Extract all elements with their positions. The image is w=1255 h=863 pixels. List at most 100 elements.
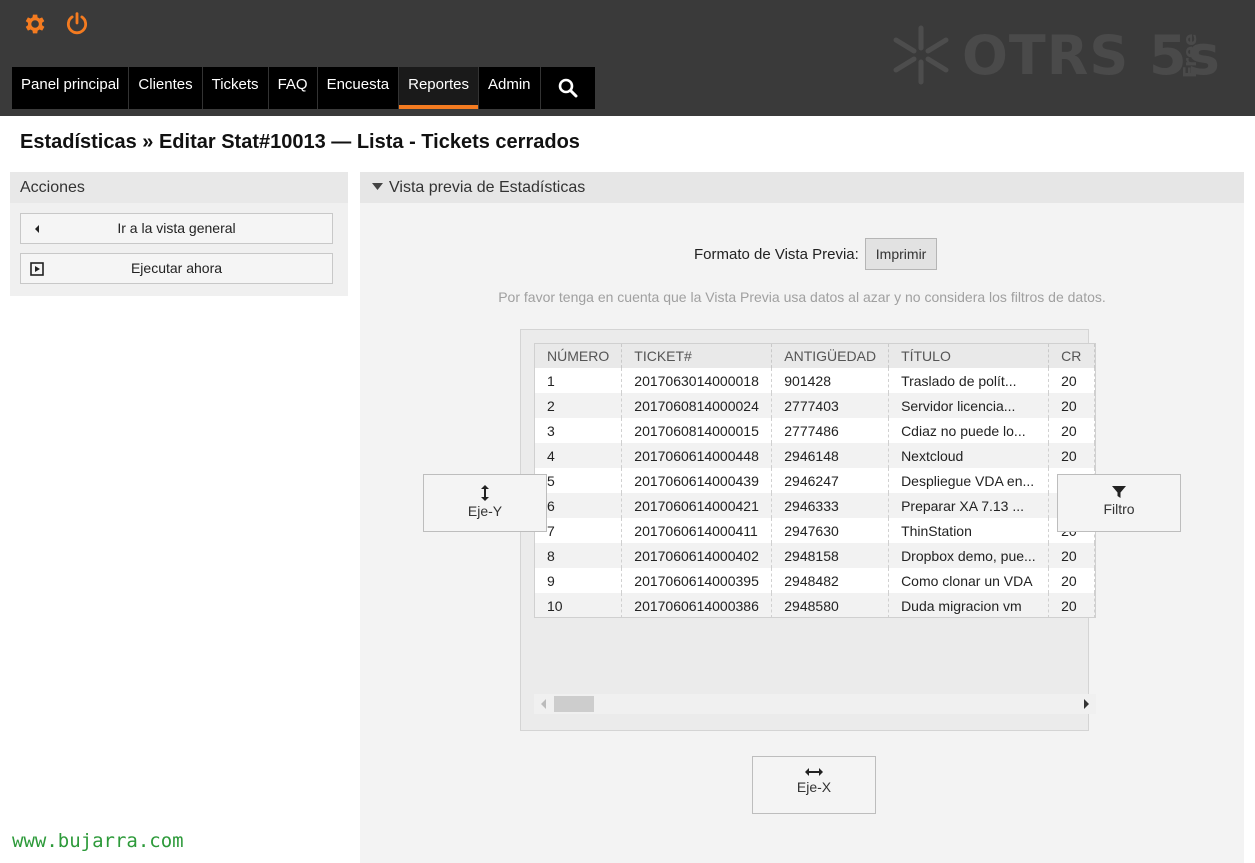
table-row: 3 2017060814000015 2777486 Cdiaz no puede l… xyxy=(535,418,1095,443)
cell-antiguedad: 2946247 xyxy=(771,468,890,493)
table-row: 6 2017060614000421 2946333 Preparar XA 7.13… xyxy=(535,493,1095,518)
table-row: 4 2017060614000448 2946148 Nextcloud 20 xyxy=(535,443,1095,468)
cell-antiguedad: 901428 xyxy=(771,368,890,393)
caret-left-icon xyxy=(35,225,39,233)
cell-titulo: Dropbox demo, pue... xyxy=(888,543,1050,568)
filter-label: Filtro xyxy=(1103,501,1135,517)
table-row: 9 2017060614000395 2948482 Como clonar un V… xyxy=(535,568,1095,593)
nav-tickets[interactable]: Tickets xyxy=(203,67,269,109)
gear-icon[interactable] xyxy=(21,11,47,37)
scroll-right-icon[interactable] xyxy=(1082,699,1090,709)
cell-antiguedad: 2777403 xyxy=(771,393,890,418)
cell-titulo: Preparar XA 7.13 ... xyxy=(888,493,1050,518)
table-row: 5 2017060614000439 2946247 Despliegue VDA e… xyxy=(535,468,1095,493)
preview-panel-title: Vista previa de Estadísticas xyxy=(389,179,586,196)
nav-clientes[interactable]: Clientes xyxy=(129,67,203,109)
table-row: 720170606140004112947630ThinStation20 xyxy=(535,518,1095,543)
nav-faq[interactable]: FAQ xyxy=(269,67,318,109)
preview-table-container[interactable]: NÚMERO TICKET# ANTIGÜEDAD TÍTULO CR 1 201… xyxy=(534,343,1096,618)
x-axis-label: Eje-X xyxy=(796,779,832,795)
cell-cr: 20 xyxy=(1048,393,1095,418)
logo-badge: Free xyxy=(1180,33,1201,78)
run-now-button[interactable]: Ejecutar ahora xyxy=(20,253,333,284)
cell-cr: 20 xyxy=(1048,568,1095,593)
cell-titulo: Duda migracion vm xyxy=(888,593,1050,617)
page-title: Estadísticas » Editar Stat#10013 — Lista… xyxy=(20,131,580,153)
top-header: OTRS 5s Free Panel principal Clientes Ti… xyxy=(0,0,1255,116)
site-watermark: www.bujarra.com xyxy=(12,830,184,852)
col-antiguedad: ANTIGÜEDAD xyxy=(771,344,890,368)
cell-antiguedad: 2777486 xyxy=(771,418,890,443)
actions-sidebar: Acciones Ir a la vista general Ejecutar … xyxy=(10,172,348,296)
col-titulo: TÍTULO xyxy=(888,344,1050,368)
cell-titulo: Cdiaz no puede lo... xyxy=(888,418,1050,443)
cell-antiguedad: 2946148 xyxy=(771,443,890,468)
cell-numero: 2 xyxy=(535,393,623,418)
col-numero: NÚMERO xyxy=(535,344,623,368)
table-row: 2 2017060814000024 2777403 Servidor licenci… xyxy=(535,393,1095,418)
cell-numero: 4 xyxy=(535,443,623,468)
otrs-star-icon xyxy=(893,25,949,85)
y-axis-label: Eje-Y xyxy=(467,503,503,519)
preview-format-row: Formato de Vista Previa: Imprimir xyxy=(694,238,938,270)
horizontal-scrollbar[interactable] xyxy=(534,694,1096,714)
cell-numero: 9 xyxy=(535,568,623,593)
preview-format-label: Formato de Vista Previa: xyxy=(694,245,859,263)
nav-search[interactable] xyxy=(541,67,595,109)
otrs-logo: OTRS 5s Free xyxy=(888,20,1220,90)
preview-table: NÚMERO TICKET# ANTIGÜEDAD TÍTULO CR 1 201… xyxy=(535,344,1095,617)
cell-ticket: 2017060814000015 xyxy=(621,418,773,443)
main-nav: Panel principal Clientes Tickets FAQ Enc… xyxy=(12,67,595,109)
print-format-button[interactable]: Imprimir xyxy=(864,238,938,270)
preview-note: Por favor tenga en cuenta que la Vista P… xyxy=(498,289,1106,305)
preview-panel-header[interactable]: Vista previa de Estadísticas xyxy=(360,172,1244,203)
cell-numero: 7 xyxy=(535,518,623,543)
cell-titulo: Despliegue VDA en... xyxy=(888,468,1050,493)
nav-reportes[interactable]: Reportes xyxy=(399,67,479,109)
x-axis-button[interactable]: Eje-X xyxy=(752,756,876,814)
search-icon xyxy=(558,78,578,98)
cell-numero: 6 xyxy=(535,493,623,518)
cell-numero: 10 xyxy=(535,593,623,617)
table-header-row: NÚMERO TICKET# ANTIGÜEDAD TÍTULO CR xyxy=(535,344,1095,368)
cell-cr: 20 xyxy=(1048,418,1095,443)
cell-titulo: Traslado de polít... xyxy=(888,368,1050,393)
cell-cr: 20 xyxy=(1048,443,1095,468)
go-overview-label: Ir a la vista general xyxy=(117,220,236,236)
cell-cr: 20 xyxy=(1048,593,1095,617)
cell-numero: 3 xyxy=(535,418,623,443)
cell-cr: 20 xyxy=(1048,543,1095,568)
nav-encuesta[interactable]: Encuesta xyxy=(318,67,400,109)
nav-panel-principal[interactable]: Panel principal xyxy=(12,67,130,109)
cell-ticket: 2017060614000402 xyxy=(621,543,773,568)
caret-down-icon xyxy=(372,183,383,190)
filter-button[interactable]: Filtro xyxy=(1057,474,1181,532)
cell-numero: 8 xyxy=(535,543,623,568)
nav-admin[interactable]: Admin xyxy=(479,67,541,109)
go-overview-button[interactable]: Ir a la vista general xyxy=(20,213,333,244)
stats-preview-panel: Vista previa de Estadísticas Formato de … xyxy=(360,172,1244,863)
scroll-thumb[interactable] xyxy=(554,696,594,712)
scroll-left-icon[interactable] xyxy=(540,699,548,709)
cell-ticket: 2017060614000421 xyxy=(621,493,773,518)
cell-titulo: ThinStation xyxy=(888,518,1050,543)
power-icon[interactable] xyxy=(64,11,90,37)
cell-ticket: 2017060614000448 xyxy=(621,443,773,468)
cell-antiguedad: 2948580 xyxy=(771,593,890,617)
arrows-vertical-icon xyxy=(481,485,489,501)
preview-area: NÚMERO TICKET# ANTIGÜEDAD TÍTULO CR 1 201… xyxy=(520,329,1096,731)
cell-ticket: 2017060614000395 xyxy=(621,568,773,593)
cell-antiguedad: 2948482 xyxy=(771,568,890,593)
y-axis-button[interactable]: Eje-Y xyxy=(423,474,547,532)
arrows-horizontal-icon xyxy=(805,768,823,776)
cell-ticket: 2017063014000018 xyxy=(621,368,773,393)
table-row: 1 2017063014000018 901428 Traslado de polít… xyxy=(535,368,1095,393)
col-ticket: TICKET# xyxy=(621,344,773,368)
cell-titulo: Como clonar un VDA xyxy=(888,568,1050,593)
cell-ticket: 2017060814000024 xyxy=(621,393,773,418)
cell-antiguedad: 2948158 xyxy=(771,543,890,568)
table-row: 10 2017060614000386 2948580 Duda migracion … xyxy=(535,593,1095,617)
cell-numero: 5 xyxy=(535,468,623,493)
play-box-icon xyxy=(30,262,44,276)
sidebar-title: Acciones xyxy=(10,172,348,203)
